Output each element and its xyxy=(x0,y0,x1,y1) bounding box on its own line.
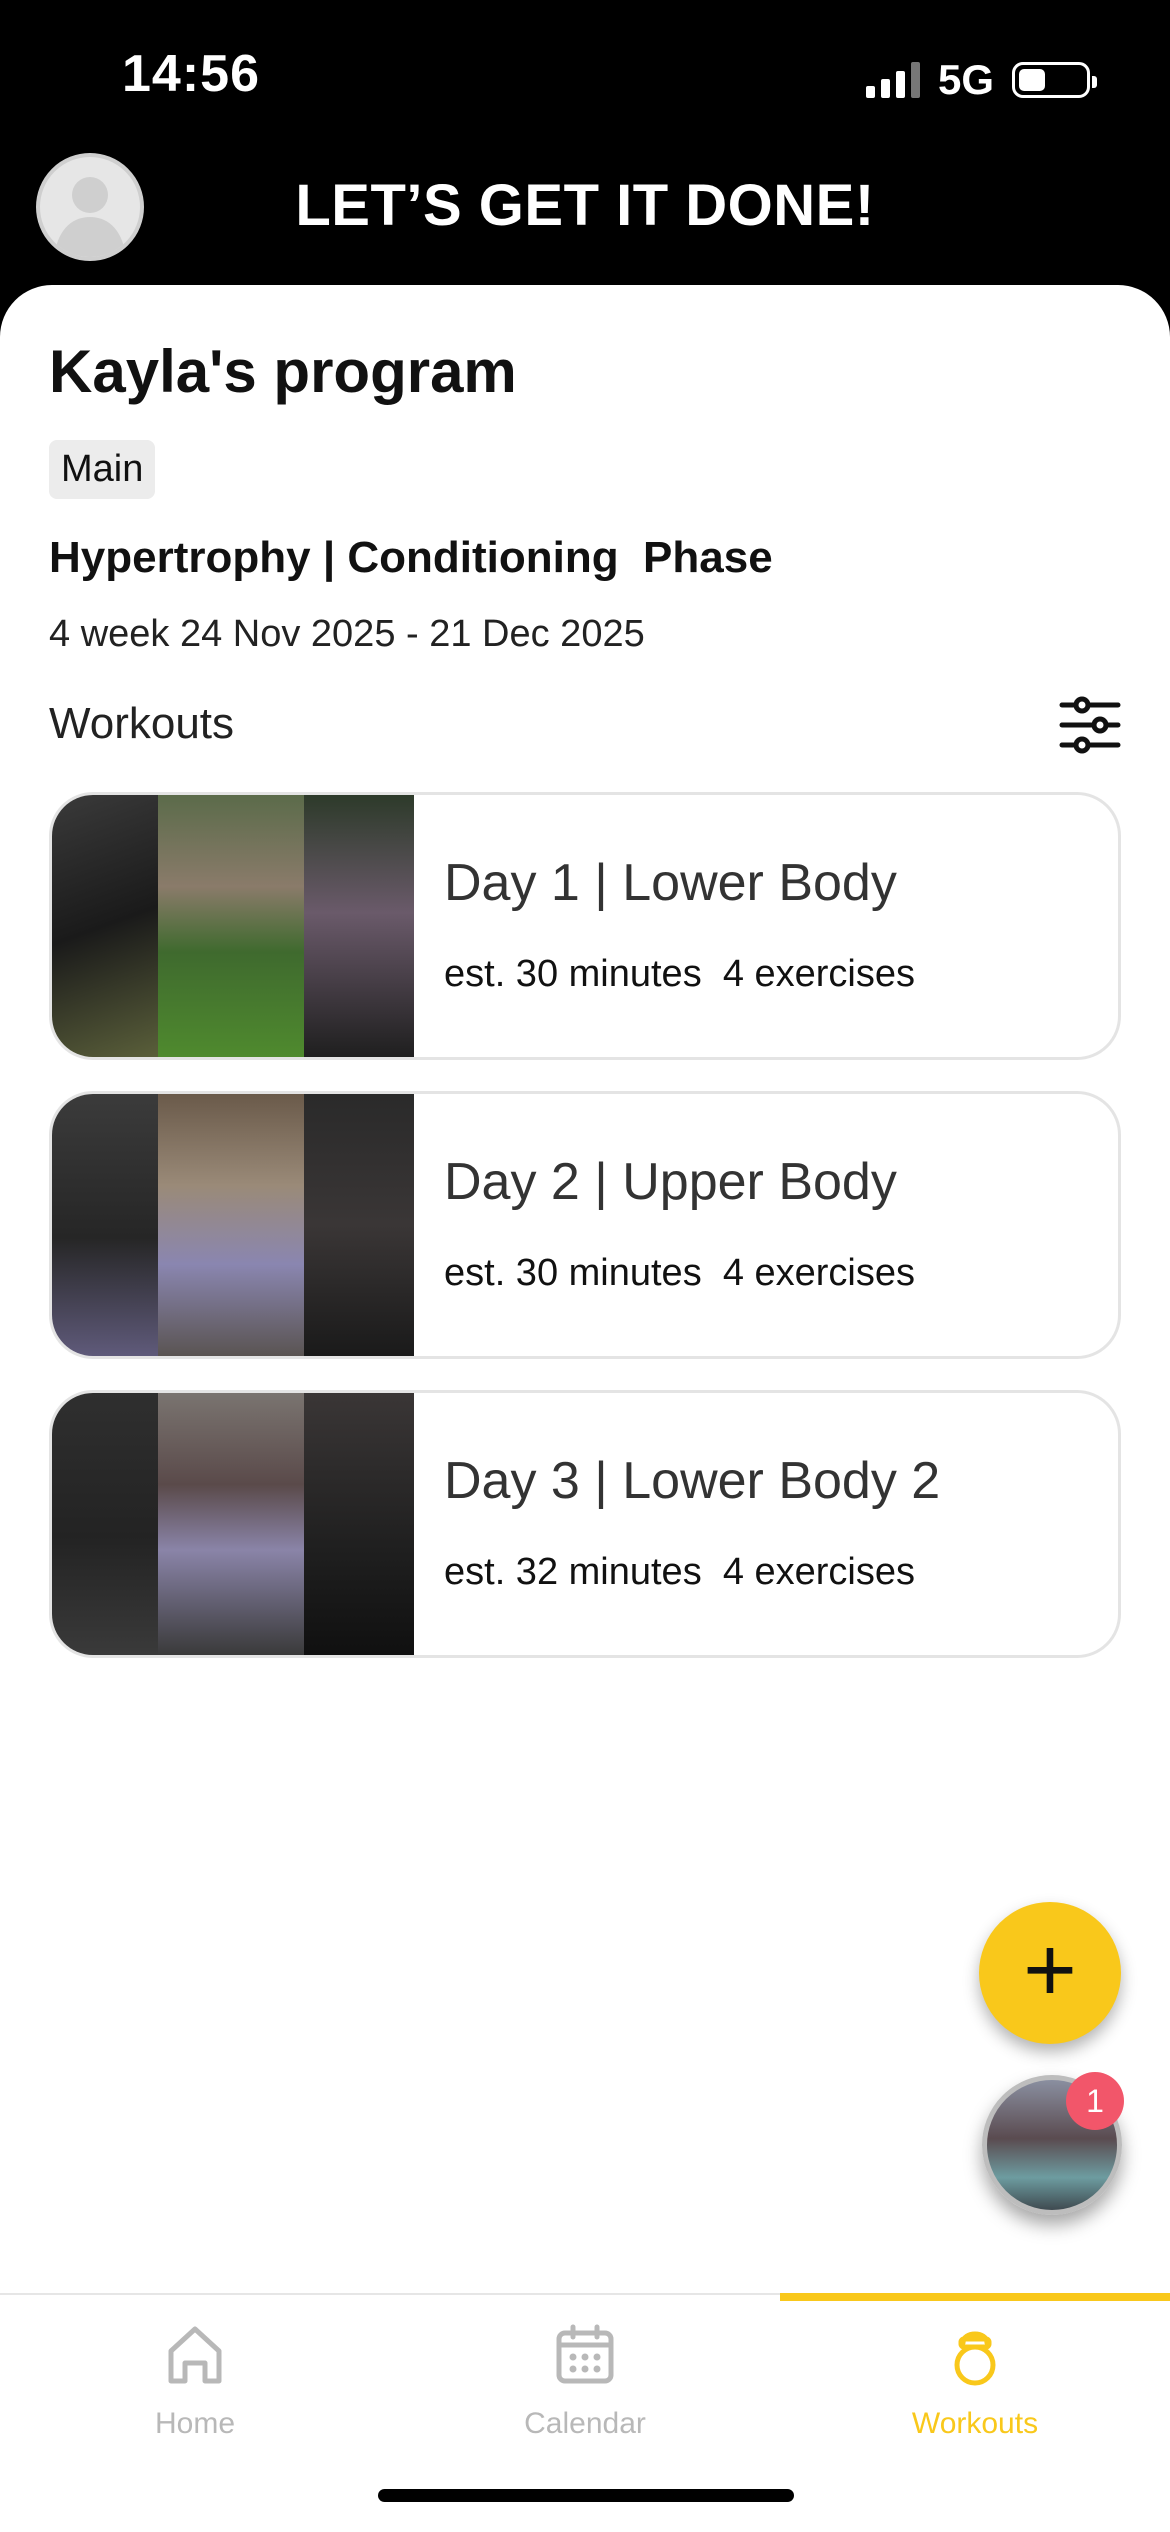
workout-duration: est. 32 minutes xyxy=(444,1551,702,1593)
workout-thumbnail xyxy=(52,795,414,1057)
workout-exercise-count: 4 exercises xyxy=(722,1551,916,1593)
signal-icon xyxy=(865,62,920,98)
add-workout-button[interactable]: + xyxy=(979,1902,1121,2044)
workout-card-day-3[interactable]: Day 3 | Lower Body 2 est. 32 minutes 4 e… xyxy=(49,1390,1121,1658)
tab-label: Calendar xyxy=(524,2407,646,2440)
workout-exercise-count: 4 exercises xyxy=(722,953,916,995)
workouts-section-label: Workouts xyxy=(49,699,235,748)
plus-icon: + xyxy=(1023,1919,1077,2021)
home-icon xyxy=(168,2326,222,2384)
battery-icon xyxy=(1012,62,1097,98)
workout-title: Day 2 | Upper Body xyxy=(444,1153,897,1211)
workout-title: Day 1 | Lower Body xyxy=(444,854,897,912)
workout-card-day-2[interactable]: Day 2 | Upper Body est. 30 minutes 4 exe… xyxy=(49,1091,1121,1359)
sliders-icon[interactable] xyxy=(1058,693,1122,757)
tab-home[interactable]: Home xyxy=(0,2295,390,2445)
app-header: LET’S GET IT DONE! xyxy=(0,150,1170,285)
status-indicators: 5G xyxy=(865,56,1097,104)
notification-badge: 1 xyxy=(1066,2072,1124,2130)
tab-label: Workouts xyxy=(911,2407,1039,2440)
home-indicator xyxy=(378,2489,794,2502)
status-time: 14:56 xyxy=(122,45,260,103)
workout-exercise-count: 4 exercises xyxy=(722,1252,916,1294)
status-bar: 14:56 5G xyxy=(0,0,1170,150)
workout-duration: est. 30 minutes xyxy=(444,1252,702,1294)
workout-thumbnail xyxy=(52,1094,414,1356)
calendar-icon xyxy=(556,2324,614,2384)
phase-title: Hypertrophy | Conditioning Phase xyxy=(49,533,773,582)
workout-meta: est. 32 minutes 4 exercises xyxy=(444,1551,915,1594)
workout-meta: est. 30 minutes 4 exercises xyxy=(444,1252,915,1295)
workout-card-day-1[interactable]: Day 1 | Lower Body est. 30 minutes 4 exe… xyxy=(49,792,1121,1060)
kettlebell-icon xyxy=(954,2331,996,2386)
program-dates: 4 week 24 Nov 2025 - 21 Dec 2025 xyxy=(49,613,645,655)
network-label: 5G xyxy=(937,56,994,103)
program-title: Kayla's program xyxy=(49,338,517,405)
workout-meta: est. 30 minutes 4 exercises xyxy=(444,953,915,996)
header-title: LET’S GET IT DONE! xyxy=(295,173,875,238)
workout-title: Day 3 | Lower Body 2 xyxy=(444,1452,941,1510)
tab-calendar[interactable]: Calendar xyxy=(390,2295,780,2445)
tab-workouts[interactable]: Workouts xyxy=(780,2295,1170,2445)
workout-duration: est. 30 minutes xyxy=(444,953,702,995)
program-tag: Main xyxy=(49,440,156,499)
program-panel: Kayla's program Main Hypertrophy | Condi… xyxy=(0,285,1170,2532)
workout-thumbnail xyxy=(52,1393,414,1655)
tab-label: Home xyxy=(154,2407,236,2440)
